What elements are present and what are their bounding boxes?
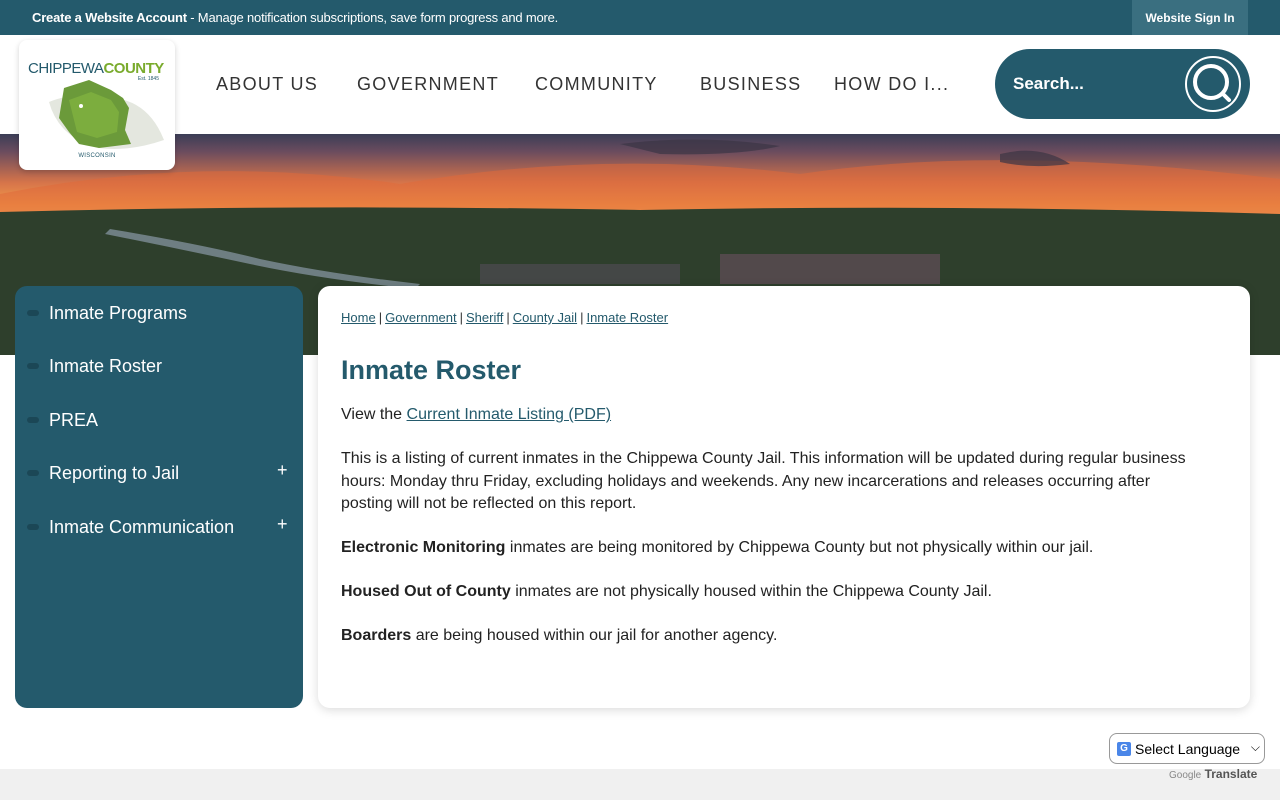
boarders-term: Boarders bbox=[341, 627, 412, 644]
search-box bbox=[995, 49, 1250, 119]
view-listing-paragraph: View the Current Inmate Listing (PDF) bbox=[341, 404, 1201, 427]
powered-by-google-translate[interactable]: Google Translate bbox=[1169, 767, 1257, 781]
nav-how-do-i[interactable]: HOW DO I... bbox=[834, 74, 949, 95]
logo-state: WISCONSIN bbox=[78, 153, 116, 159]
breadcrumb-inmate-roster[interactable]: Inmate Roster bbox=[586, 310, 668, 325]
housed-out-term: Housed Out of County bbox=[341, 583, 511, 600]
intro-paragraph: This is a listing of current inmates in … bbox=[341, 450, 1186, 512]
language-select-label: Select Language bbox=[1135, 741, 1241, 757]
nav-business[interactable]: BUSINESS bbox=[700, 74, 801, 95]
search-input[interactable] bbox=[1013, 71, 1163, 97]
housed-out-paragraph: Housed Out of County inmates are not phy… bbox=[341, 581, 1201, 604]
inmate-listing-pdf-link[interactable]: Current Inmate Listing (PDF) bbox=[407, 406, 612, 423]
breadcrumb-government[interactable]: Government bbox=[385, 310, 457, 325]
bullet-icon bbox=[27, 363, 39, 369]
search-button[interactable] bbox=[1185, 56, 1241, 112]
bullet-icon bbox=[27, 417, 39, 423]
logo-established: Est. 1845 bbox=[137, 76, 159, 82]
electronic-monitoring-paragraph: Electronic Monitoring inmates are being … bbox=[341, 537, 1201, 560]
top-bar: Create a Website Account - Manage notifi… bbox=[0, 0, 1280, 35]
electronic-monitoring-text: inmates are being monitored by Chippewa … bbox=[505, 539, 1094, 556]
nav-government[interactable]: GOVERNMENT bbox=[357, 74, 499, 95]
breadcrumb-sheriff[interactable]: Sheriff bbox=[466, 310, 503, 325]
create-account-description: - Manage notification subscriptions, sav… bbox=[186, 10, 559, 25]
sidebar-item-reporting-to-jail[interactable]: Reporting to Jail + bbox=[15, 452, 303, 492]
sidebar-item-inmate-programs[interactable]: Inmate Programs bbox=[15, 292, 303, 332]
boarders-paragraph: Boarders are being housed within our jai… bbox=[341, 625, 1201, 648]
bullet-icon bbox=[27, 470, 39, 476]
footer-strip bbox=[0, 769, 1280, 800]
sidebar-item-label: Inmate Communication bbox=[49, 517, 235, 537]
sidebar-item-label: Inmate Programs bbox=[49, 303, 188, 323]
nav-community[interactable]: COMMUNITY bbox=[535, 74, 658, 95]
breadcrumb-county-jail[interactable]: County Jail bbox=[513, 310, 577, 325]
sidebar-item-label: PREA bbox=[49, 410, 99, 430]
language-select[interactable]: G Select Language ⌵ bbox=[1109, 733, 1265, 764]
create-account-link[interactable]: Create a Website Account bbox=[32, 10, 187, 25]
electronic-monitoring-term: Electronic Monitoring bbox=[341, 539, 506, 556]
expand-icon[interactable]: + bbox=[277, 514, 288, 535]
content-card: Home | Government | Sheriff | County Jail | Inma… bbox=[318, 286, 1250, 708]
sidebar-item-prea[interactable]: PREA bbox=[15, 399, 303, 439]
create-account-message[interactable]: Create a Website Account - Manage notifi… bbox=[32, 10, 558, 25]
county-logo[interactable]: CHIPPEWACOUNTY Est. 1845 WISCONSIN bbox=[19, 40, 175, 170]
logo-title: CHIPPEWACOUNTY bbox=[28, 60, 164, 77]
google-translate-icon: G bbox=[1117, 742, 1131, 756]
website-sign-in-button[interactable]: Website Sign In bbox=[1132, 0, 1248, 35]
translate-link[interactable]: Translate bbox=[1205, 767, 1258, 781]
sidebar-item-label: Reporting to Jail bbox=[49, 463, 180, 483]
bullet-icon bbox=[27, 524, 39, 530]
sidebar-item-inmate-roster[interactable]: Inmate Roster bbox=[15, 345, 303, 385]
boarders-text: are being housed within our jail for ano… bbox=[411, 627, 778, 644]
page-title: Inmate Roster bbox=[341, 355, 522, 385]
google-wordmark: Google bbox=[1169, 770, 1202, 781]
search-icon bbox=[1193, 64, 1231, 102]
sidebar-item-inmate-communication[interactable]: Inmate Communication + bbox=[15, 506, 303, 546]
sidebar-nav: Inmate Programs Inmate Roster PREA Repor… bbox=[15, 286, 303, 708]
bullet-icon bbox=[27, 310, 39, 316]
sidebar-item-label: Inmate Roster bbox=[49, 356, 163, 376]
housed-out-text: inmates are not physically housed within… bbox=[510, 583, 992, 600]
chevron-down-icon: ⌵ bbox=[1250, 740, 1260, 754]
breadcrumb-home[interactable]: Home bbox=[341, 310, 376, 325]
view-prefix: View the bbox=[341, 406, 407, 423]
nav-about-us[interactable]: ABOUT US bbox=[216, 74, 318, 95]
breadcrumb: Home | Government | Sheriff | County Jail | Inma… bbox=[341, 310, 669, 325]
expand-icon[interactable]: + bbox=[277, 460, 288, 481]
